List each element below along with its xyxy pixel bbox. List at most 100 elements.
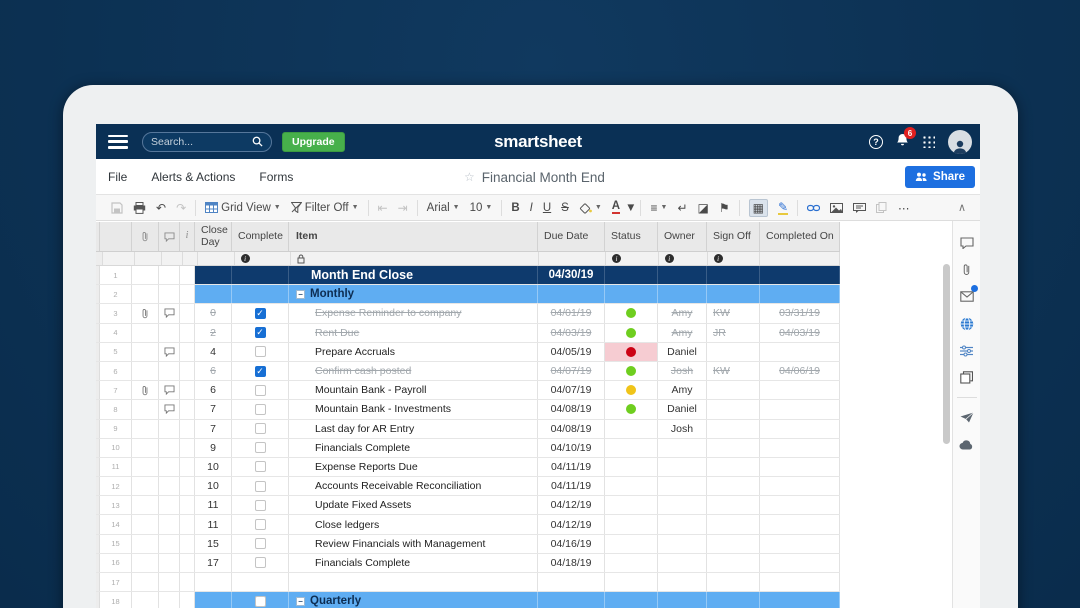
cell-comments[interactable] <box>159 381 180 399</box>
checkbox[interactable] <box>255 442 266 453</box>
cell-attachments[interactable] <box>132 420 159 438</box>
cell-sign-off[interactable] <box>707 400 760 418</box>
cell-sign-off[interactable] <box>707 439 760 457</box>
header-complete[interactable]: Complete <box>232 222 289 251</box>
cell-status[interactable] <box>605 573 658 591</box>
cell-owner[interactable] <box>658 535 707 553</box>
cell-complete[interactable]: ✓ <box>232 304 289 322</box>
cell-comments[interactable] <box>159 592 180 608</box>
cell-attachments[interactable] <box>132 324 159 342</box>
cell-due-date[interactable]: 04/08/19 <box>538 400 605 418</box>
cell-row-action[interactable] <box>180 343 195 361</box>
view-selector[interactable]: Grid View▼ <box>205 202 281 214</box>
cell-complete[interactable] <box>232 343 289 361</box>
checkbox[interactable]: ✓ <box>255 327 266 338</box>
cell-status[interactable] <box>605 304 658 322</box>
link-button[interactable] <box>807 204 820 212</box>
cell-row-action[interactable] <box>180 285 195 303</box>
menu-file[interactable]: File <box>108 170 127 184</box>
cell-attachments[interactable] <box>132 343 159 361</box>
cell-due-date[interactable]: 04/05/19 <box>538 343 605 361</box>
redo-icon[interactable]: ↷ <box>176 202 186 214</box>
cell-row-action[interactable] <box>180 515 195 533</box>
cell-status[interactable] <box>605 439 658 457</box>
cell-status[interactable] <box>605 362 658 380</box>
cloud-icon[interactable] <box>953 431 981 458</box>
cell-row-action[interactable] <box>180 400 195 418</box>
cell-row-action[interactable] <box>180 496 195 514</box>
cell-status[interactable] <box>605 420 658 438</box>
cell-sign-off[interactable] <box>707 285 760 303</box>
header-item[interactable]: Item <box>289 222 538 251</box>
cell-status[interactable] <box>605 515 658 533</box>
italic-button[interactable]: I <box>530 202 533 214</box>
cell-sign-off[interactable]: KW <box>707 304 760 322</box>
cell-comments[interactable] <box>159 362 180 380</box>
cell-completed-on[interactable] <box>760 381 840 399</box>
activity-log-icon[interactable] <box>953 337 981 364</box>
cell-close-day[interactable]: 2 <box>195 324 232 342</box>
cell-attachments[interactable] <box>132 304 159 322</box>
row-number[interactable]: 16 <box>100 554 132 572</box>
cell-complete[interactable]: ✓ <box>232 362 289 380</box>
checkbox[interactable] <box>255 461 266 472</box>
cell-completed-on[interactable] <box>760 266 840 284</box>
cell-due-date[interactable]: 04/12/19 <box>538 515 605 533</box>
cell-owner[interactable] <box>658 592 707 608</box>
header-row-action[interactable]: i <box>180 222 195 251</box>
cell-owner[interactable]: Daniel <box>658 400 707 418</box>
cell-attachments[interactable] <box>132 592 159 608</box>
row-number[interactable]: 6 <box>100 362 132 380</box>
cell-sign-off[interactable] <box>707 554 760 572</box>
cell-attachments[interactable] <box>132 535 159 553</box>
cell-due-date[interactable]: 04/30/19 <box>538 266 605 284</box>
insert-comment-button[interactable] <box>853 203 866 213</box>
cell-due-date[interactable]: 04/01/19 <box>538 304 605 322</box>
header-close-day[interactable]: Close Day <box>195 222 232 251</box>
cell-attachments[interactable] <box>132 496 159 514</box>
cell-owner[interactable] <box>658 285 707 303</box>
cell-item[interactable]: Expense Reminder to company <box>289 304 538 322</box>
cell-item[interactable]: −Monthly <box>289 285 538 303</box>
cell-close-day[interactable]: 7 <box>195 400 232 418</box>
info-icon[interactable]: i <box>665 254 674 263</box>
cell-comments[interactable] <box>159 554 180 572</box>
row-number[interactable]: 5 <box>100 343 132 361</box>
cell-owner[interactable]: Josh <box>658 420 707 438</box>
cell-item[interactable]: Last day for AR Entry <box>289 420 538 438</box>
cell-item[interactable]: Financials Complete <box>289 439 538 457</box>
menu-forms[interactable]: Forms <box>259 170 293 184</box>
cell-complete[interactable] <box>232 458 289 476</box>
cell-status[interactable] <box>605 285 658 303</box>
cell-close-day[interactable] <box>195 266 232 284</box>
hamburger-icon[interactable] <box>108 135 128 149</box>
collapse-minus-icon[interactable]: − <box>296 597 305 606</box>
row-number[interactable]: 12 <box>100 477 132 495</box>
cell-due-date[interactable]: 04/12/19 <box>538 496 605 514</box>
cell-row-action[interactable] <box>180 554 195 572</box>
cell-status[interactable] <box>605 477 658 495</box>
cell-status[interactable] <box>605 400 658 418</box>
cell-status[interactable] <box>605 496 658 514</box>
cell-due-date[interactable] <box>538 573 605 591</box>
cell-row-action[interactable] <box>180 573 195 591</box>
cell-completed-on[interactable]: 03/31/19 <box>760 304 840 322</box>
cell-completed-on[interactable] <box>760 439 840 457</box>
cell-completed-on[interactable] <box>760 573 840 591</box>
underline-button[interactable]: U <box>543 202 551 214</box>
font-family-selector[interactable]: Arial▼ <box>427 202 460 214</box>
cell-row-action[interactable] <box>180 304 195 322</box>
notifications-button[interactable]: 6 <box>896 133 909 150</box>
cell-complete[interactable] <box>232 439 289 457</box>
cell-attachments[interactable] <box>132 439 159 457</box>
menu-alerts-actions[interactable]: Alerts & Actions <box>151 170 235 184</box>
header-comments[interactable] <box>159 222 180 251</box>
cell-attachments[interactable] <box>132 458 159 476</box>
cell-comments[interactable] <box>159 420 180 438</box>
cell-complete[interactable] <box>232 592 289 608</box>
cell-owner[interactable] <box>658 439 707 457</box>
cell-comments[interactable] <box>159 304 180 322</box>
cell-sign-off[interactable] <box>707 515 760 533</box>
cell-close-day[interactable] <box>195 573 232 591</box>
cell-close-day[interactable] <box>195 285 232 303</box>
